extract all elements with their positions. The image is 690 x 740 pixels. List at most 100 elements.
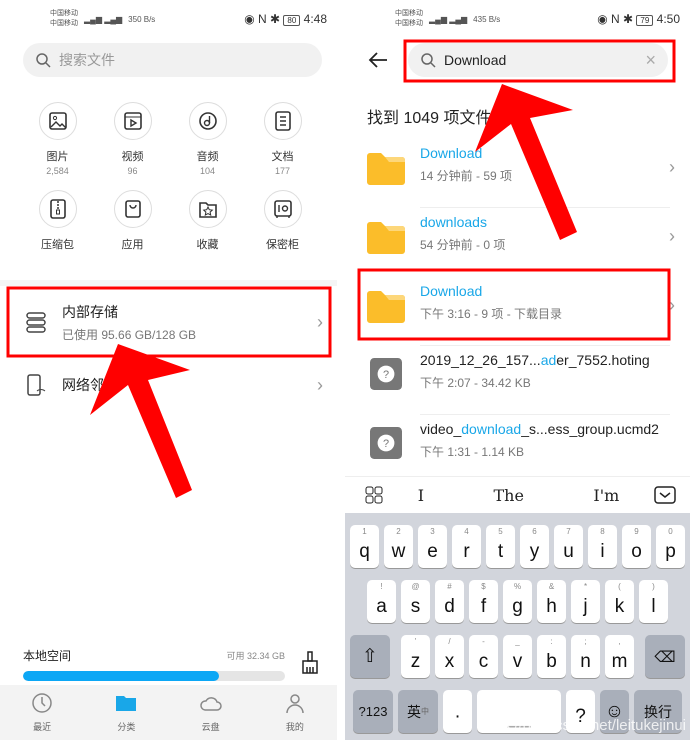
hide-keyboard-icon[interactable]: [654, 486, 676, 504]
key-e[interactable]: 3e: [418, 525, 447, 568]
name-rest: er_7552.hoting: [556, 352, 650, 368]
storage-icon: [26, 312, 46, 333]
key-f[interactable]: $ f: [469, 580, 498, 623]
network-device-icon: [27, 374, 46, 396]
category-count: 2,584: [46, 166, 69, 176]
result-item[interactable]: Download 下午 3:16 - 9 项 - 下载目录 ›: [365, 283, 675, 343]
key-v[interactable]: _ v: [503, 635, 532, 678]
folder-icon: [367, 291, 405, 323]
dot-key[interactable]: ·: [443, 690, 472, 733]
key-o[interactable]: 9o: [622, 525, 651, 568]
back-arrow-icon[interactable]: [367, 50, 389, 70]
carrier-info: 中国移动 中国移动: [395, 10, 423, 27]
clock-icon: [32, 693, 52, 713]
key-p[interactable]: 0p: [656, 525, 685, 568]
key-g[interactable]: % g: [503, 580, 532, 623]
svg-text:?: ?: [383, 369, 389, 381]
nav-tab-0[interactable]: 最近: [0, 685, 84, 740]
search-input[interactable]: Download ×: [408, 43, 668, 77]
key-y[interactable]: 6y: [520, 525, 549, 568]
result-item[interactable]: ? video_download_s...ess_group.ucmd2 下午 1:…: [365, 421, 675, 481]
image-icon: [48, 112, 67, 130]
video-icon: [123, 112, 142, 130]
clean-broom-icon[interactable]: [300, 651, 320, 675]
chevron-right-icon: ›: [669, 226, 675, 246]
app-bag-icon: [124, 200, 141, 218]
category-label: 压缩包: [41, 239, 74, 251]
key-i[interactable]: 8i: [588, 525, 617, 568]
result-item[interactable]: ? 2019_12_26_157...ader_7552.hoting 下午 2:0…: [365, 352, 675, 412]
clear-icon[interactable]: ×: [645, 50, 656, 71]
result-meta: 14 分钟前 - 59 项: [420, 169, 513, 183]
carrier-info: 中国移动 中国移动: [50, 10, 78, 27]
key-r[interactable]: 4r: [452, 525, 481, 568]
key-d[interactable]: # d: [435, 580, 464, 623]
key-k[interactable]: (k: [605, 580, 634, 623]
key-h[interactable]: & h: [537, 580, 566, 623]
local-space-label: 本地空间: [23, 649, 72, 663]
key-q[interactable]: 1q: [350, 525, 379, 568]
category-label: 保密柜: [266, 239, 299, 251]
chevron-right-icon: ›: [669, 295, 675, 315]
key-t[interactable]: 5t: [486, 525, 515, 568]
result-meta: 下午 2:07 - 34.42 KB: [420, 376, 531, 390]
category-safe[interactable]: 保密柜: [245, 190, 320, 252]
result-meta: 下午 3:16 - 9 项 - 下载目录: [420, 307, 563, 321]
result-item[interactable]: downloads 54 分钟前 - 0 项 ›: [365, 214, 675, 274]
key-l[interactable]: ) l: [639, 580, 668, 623]
key-u[interactable]: 7u: [554, 525, 583, 568]
search-input[interactable]: 搜索文件: [23, 43, 322, 77]
unknown-file-icon: ?: [370, 427, 402, 459]
folder-icon: [367, 222, 405, 254]
category-app-bag[interactable]: 应用: [95, 190, 170, 252]
nav-label: 最近: [33, 722, 52, 732]
category-archive[interactable]: 压缩包: [20, 190, 95, 252]
nav-tab-2[interactable]: 云盘: [169, 685, 253, 740]
status-bar: 中国移动 中国移动 ▂▄▆ ▂▄▆ 350 B/s ◉ N ✱ 80 4:48: [50, 8, 327, 30]
signal-icon: ▂▄▆ ▂▄▆: [84, 14, 123, 24]
shift-icon: ⇧: [362, 646, 378, 667]
key-z[interactable]: ' z: [401, 635, 430, 678]
folder-icon: [116, 696, 137, 711]
language-key[interactable]: 英中: [398, 690, 438, 733]
key-j[interactable]: * j: [571, 580, 600, 623]
network-neighborhood-item[interactable]: 网络邻居 ›: [0, 365, 337, 405]
suggestion[interactable]: I'm: [593, 486, 619, 505]
user-icon: [286, 694, 304, 714]
key-c[interactable]: -c: [469, 635, 498, 678]
category-music[interactable]: 音频 104: [170, 102, 245, 176]
key-n[interactable]: ; n: [571, 635, 600, 678]
name-highlight: Download: [420, 283, 483, 299]
name-rest: _s...ess_group.ucmd2: [521, 421, 659, 437]
category-favorite-folder[interactable]: 收藏: [170, 190, 245, 252]
grid-menu-icon[interactable]: [365, 486, 383, 504]
category-image[interactable]: 图片 2,584: [20, 102, 95, 176]
nav-tab-1[interactable]: 分类: [84, 685, 168, 740]
chevron-right-icon: ›: [669, 157, 675, 177]
suggestion[interactable]: I: [418, 486, 424, 505]
shift-key[interactable]: ⇧: [350, 635, 390, 678]
nav-tab-3[interactable]: 我的: [253, 685, 337, 740]
name-prefix: video_: [420, 421, 462, 437]
eye-icon: ◉ N ✱: [597, 12, 637, 26]
internal-storage-item[interactable]: 内部存储 已使用 95.66 GB/128 GB ›: [0, 290, 337, 354]
search-value: Download: [444, 52, 507, 68]
backspace-key[interactable]: ⌫: [645, 635, 685, 678]
key-m[interactable]: ,m: [605, 635, 634, 678]
suggestion[interactable]: The: [493, 486, 523, 505]
symbols-key[interactable]: ?123: [353, 690, 393, 733]
result-item[interactable]: Download 14 分钟前 - 59 项 ›: [365, 145, 675, 205]
local-space-panel: 本地空间 可用 32.34 GB: [23, 647, 285, 681]
key-b[interactable]: :b: [537, 635, 566, 678]
key-s[interactable]: @ s: [401, 580, 430, 623]
category-label: 应用: [121, 239, 144, 251]
category-count: 96: [127, 166, 138, 176]
category-video[interactable]: 视频 96: [95, 102, 170, 176]
key-w[interactable]: 2w: [384, 525, 413, 568]
category-grid: 图片 2,584 视频 96 音频 104 文档 177 压缩包 应用 收藏 保密柜: [20, 102, 320, 252]
network-title: 网络邻居: [62, 377, 118, 393]
key-a[interactable]: ! a: [367, 580, 396, 623]
category-document[interactable]: 文档 177: [245, 102, 320, 176]
archive-icon: [49, 199, 66, 219]
key-x[interactable]: / x: [435, 635, 464, 678]
